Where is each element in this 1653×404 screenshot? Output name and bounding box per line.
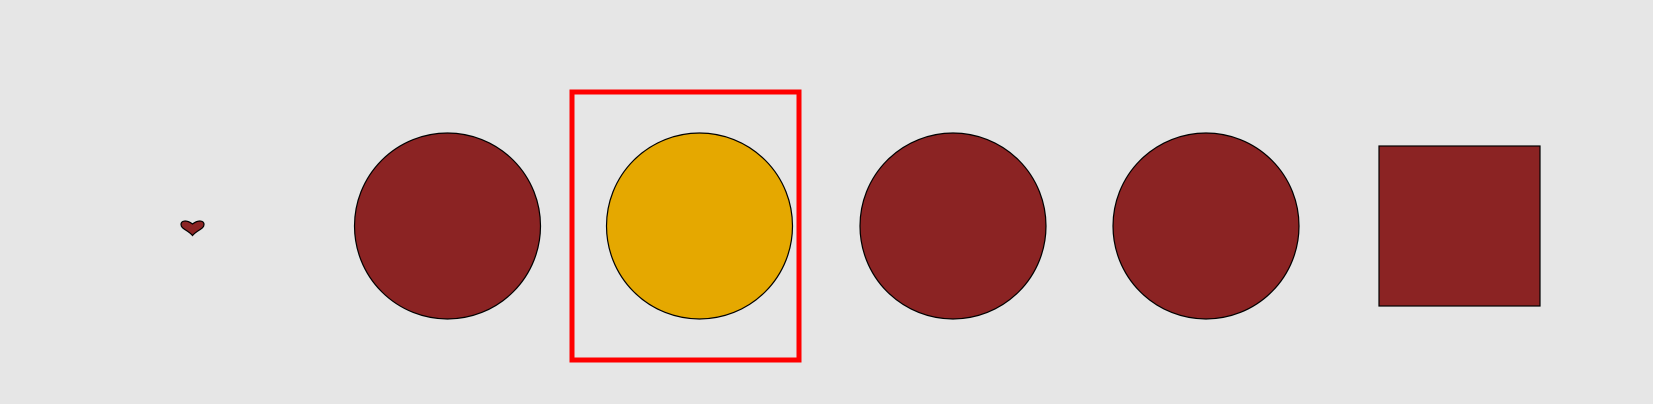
square-1[interactable]: [1378, 145, 1541, 307]
small-heart-icon[interactable]: [180, 220, 205, 237]
circle-4[interactable]: [1112, 132, 1300, 320]
circle-3[interactable]: [859, 132, 1047, 320]
shape-canvas: [0, 0, 1653, 400]
shape-canvas-svg: [180, 89, 1541, 363]
circle-2[interactable]: [605, 132, 794, 320]
circle-1[interactable]: [353, 132, 542, 320]
